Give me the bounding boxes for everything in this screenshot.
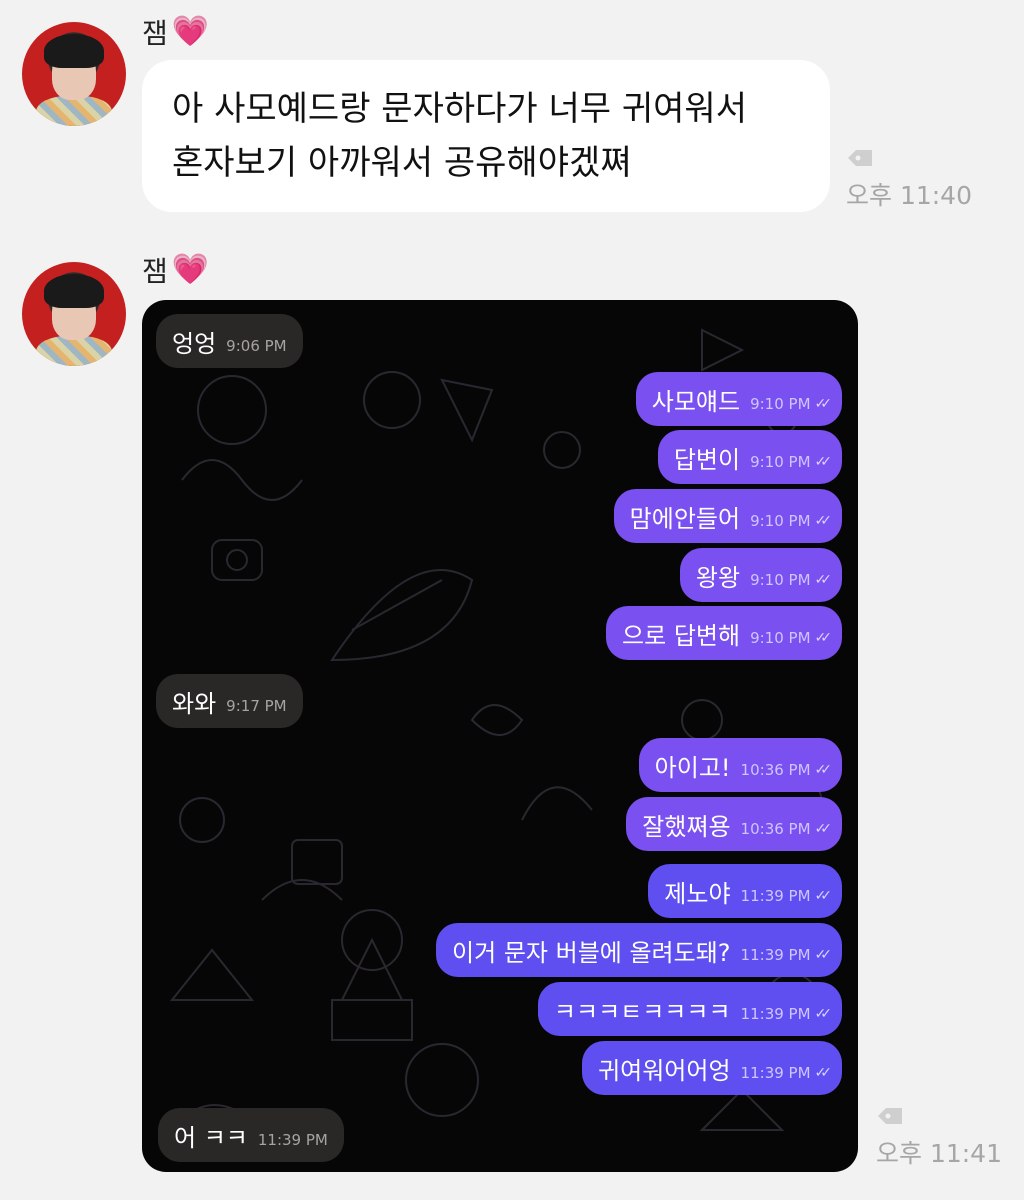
shared-screenshot[interactable]: 엉엉 9:06 PM 사모얘드 9:10 PM ✓✓ 답변이 9:10 PM ✓… <box>142 300 858 1172</box>
double-check-icon: ✓✓ <box>814 1006 833 1022</box>
double-check-icon: ✓✓ <box>814 572 833 588</box>
outgoing-bubble[interactable]: 귀여워어어엉 11:39 PM ✓✓ <box>582 1041 842 1095</box>
double-check-icon: ✓✓ <box>814 1065 833 1081</box>
outgoing-bubble[interactable]: 이거 문자 버블에 올려도돼? 11:39 PM ✓✓ <box>436 923 842 977</box>
message-meta: 오후 11:41 <box>876 1106 1002 1170</box>
outgoing-bubble[interactable]: 잘했쪄용 10:36 PM ✓✓ <box>626 797 842 851</box>
double-check-icon: ✓✓ <box>814 947 833 963</box>
double-check-icon: ✓✓ <box>814 630 833 646</box>
outgoing-bubble[interactable]: 사모얘드 9:10 PM ✓✓ <box>635 372 842 426</box>
outgoing-bubble[interactable]: 제노야 11:39 PM ✓✓ <box>648 864 842 918</box>
outgoing-bubble[interactable]: 왕왕 9:10 PM ✓✓ <box>679 548 842 602</box>
tag-icon[interactable] <box>846 148 874 168</box>
message-time: 오후 11:41 <box>876 1139 1002 1168</box>
double-check-icon: ✓✓ <box>814 396 833 412</box>
incoming-bubble[interactable]: 와와 9:17 PM <box>156 674 303 728</box>
outgoing-bubble[interactable]: 아이고! 10:36 PM ✓✓ <box>638 738 842 792</box>
sender-name: 잼 💗 <box>142 252 210 289</box>
double-check-icon: ✓✓ <box>814 454 833 470</box>
incoming-bubble[interactable]: 어 ㅋㅋ 11:39 PM <box>158 1108 344 1162</box>
avatar[interactable] <box>22 262 126 366</box>
avatar[interactable] <box>22 22 126 126</box>
double-check-icon: ✓✓ <box>814 513 833 529</box>
heart-icon: 💗 <box>171 14 210 49</box>
sender-name: 잼 💗 <box>142 14 210 51</box>
heart-icon: 💗 <box>171 252 210 287</box>
message-bubble[interactable]: 아 사모예드랑 문자하다가 너무 귀여워서 혼자보기 아까워서 공유해야겠쪄 <box>142 60 830 212</box>
outgoing-bubble[interactable]: 맘에안들어 9:10 PM ✓✓ <box>613 489 842 543</box>
outgoing-bubble[interactable]: 답변이 9:10 PM ✓✓ <box>657 430 842 484</box>
message-time: 오후 11:40 <box>846 181 972 210</box>
double-check-icon: ✓✓ <box>814 888 833 904</box>
outgoing-bubble[interactable]: 으로 답변해 9:10 PM ✓✓ <box>606 606 842 660</box>
tag-icon[interactable] <box>876 1106 904 1126</box>
message-meta: 오후 11:40 <box>846 148 972 212</box>
double-check-icon: ✓✓ <box>814 762 833 778</box>
outgoing-bubble[interactable]: ㅋㅋㅋㅌㅋㅋㅋㅋ 11:39 PM ✓✓ <box>537 982 842 1036</box>
incoming-bubble[interactable]: 엉엉 9:06 PM <box>156 314 303 368</box>
double-check-icon: ✓✓ <box>814 821 833 837</box>
